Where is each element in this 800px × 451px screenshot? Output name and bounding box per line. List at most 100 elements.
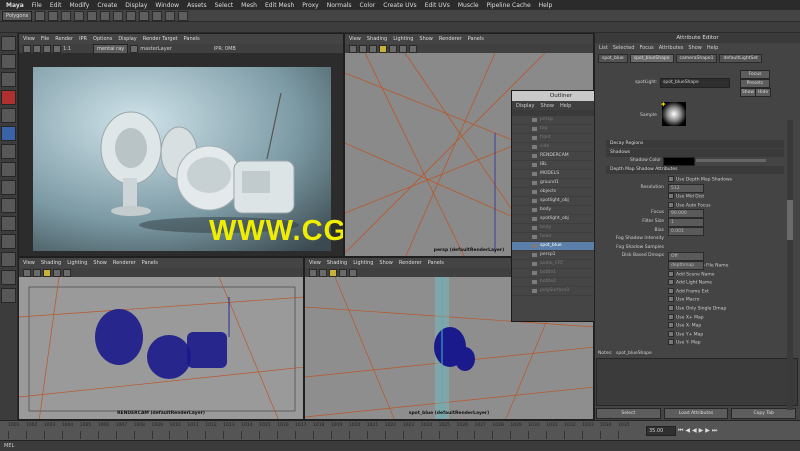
checkbox-icon[interactable] bbox=[668, 279, 674, 286]
move-tool-icon[interactable] bbox=[1, 90, 16, 105]
depth-map-attribute[interactable]: Use Mid Dist bbox=[668, 193, 704, 200]
panel-menu-item[interactable]: Attributes bbox=[659, 45, 684, 51]
panel-menu-item[interactable]: Panels bbox=[184, 36, 200, 42]
bookmark-icon[interactable] bbox=[33, 268, 41, 277]
ipr-icon[interactable] bbox=[53, 44, 61, 53]
depth-map-attribute[interactable]: Add Light Name bbox=[668, 279, 712, 286]
checkbox-icon[interactable] bbox=[668, 339, 674, 346]
panel-menu-item[interactable]: View bbox=[23, 36, 35, 42]
main-menu-item[interactable]: Create UVs bbox=[383, 2, 416, 9]
scale-tool-icon[interactable] bbox=[1, 126, 16, 141]
depth-map-attribute[interactable]: Use Y+ Map bbox=[668, 330, 703, 337]
depth-map-attribute[interactable]: Add Frame Ext bbox=[668, 287, 709, 294]
main-menu-item[interactable]: Display bbox=[125, 2, 147, 9]
panel-menu-item[interactable]: IPR bbox=[79, 36, 87, 42]
menu-set-dropdown[interactable]: Polygons bbox=[2, 10, 33, 21]
render-layer-label[interactable]: masterLayer bbox=[140, 46, 172, 52]
depth-map-attribute[interactable]: Use X- Map bbox=[668, 322, 701, 329]
panel-menu-item[interactable]: Show bbox=[688, 45, 702, 51]
layout-four-icon[interactable] bbox=[1, 198, 16, 213]
show-button[interactable]: Show bbox=[740, 88, 756, 97]
main-menu-item[interactable]: Mesh bbox=[241, 2, 257, 9]
checkbox-icon[interactable] bbox=[668, 322, 674, 329]
attribute-value-field[interactable]: depthmap bbox=[668, 261, 704, 270]
panel-menu-item[interactable]: View bbox=[309, 260, 321, 266]
ipr-render-icon[interactable] bbox=[165, 10, 176, 21]
main-menu-item[interactable]: Muscle bbox=[458, 2, 479, 9]
depth-map-attribute[interactable]: Use Only Single Dmap bbox=[668, 305, 726, 312]
depth-map-attribute[interactable]: Use Macro bbox=[668, 296, 699, 303]
panel-menu-item[interactable]: Panels bbox=[468, 36, 484, 42]
playback-controls[interactable]: ⏮◀◀▶▶⏭ bbox=[678, 427, 719, 435]
checkbox-icon[interactable] bbox=[668, 313, 674, 320]
image-plane-icon[interactable] bbox=[369, 44, 377, 53]
main-menu-item[interactable]: Edit bbox=[50, 2, 62, 9]
panel-menu-item[interactable]: Focus bbox=[639, 45, 653, 51]
panel-menu-item[interactable]: Shading bbox=[367, 36, 387, 42]
main-menu-item[interactable]: Assets bbox=[187, 2, 207, 9]
render-icon[interactable] bbox=[152, 10, 163, 21]
panel-menu-item[interactable]: Show bbox=[419, 36, 433, 42]
panel-menu-item[interactable]: Help bbox=[560, 103, 571, 109]
main-menu-item[interactable]: Normals bbox=[327, 2, 352, 9]
lights-icon[interactable] bbox=[349, 268, 357, 277]
scrollbar-thumb[interactable] bbox=[787, 200, 793, 240]
snap-point-icon[interactable] bbox=[139, 10, 150, 21]
depth-map-attribute[interactable]: Add Scene Name bbox=[668, 270, 715, 277]
checkbox-icon[interactable] bbox=[668, 176, 674, 182]
layout-two-icon[interactable] bbox=[1, 216, 16, 231]
redo-render-icon[interactable] bbox=[23, 44, 31, 53]
shadows-section[interactable]: Shadows bbox=[606, 149, 784, 157]
smooth-shade-icon[interactable] bbox=[53, 268, 61, 277]
attribute-tab[interactable]: cameraShape1 bbox=[675, 54, 718, 63]
attribute-value-field[interactable]: 0.001 bbox=[668, 226, 704, 236]
paint-select-icon[interactable] bbox=[1, 72, 16, 87]
select-tool-icon[interactable] bbox=[1, 36, 16, 51]
depth-map-attribute[interactable]: Use Depth Map Shadows bbox=[668, 176, 732, 183]
wireframe-icon[interactable] bbox=[329, 268, 337, 277]
smooth-shade-icon[interactable] bbox=[389, 44, 397, 53]
main-menu-item[interactable]: Modify bbox=[69, 2, 89, 9]
shadow-color-swatch[interactable] bbox=[663, 157, 695, 166]
snapshot-icon[interactable] bbox=[43, 44, 51, 53]
attribute-tab[interactable]: defaultLightSet bbox=[719, 54, 762, 63]
open-scene-icon[interactable] bbox=[48, 10, 59, 21]
save-scene-icon[interactable] bbox=[61, 10, 72, 21]
manipulator-icon[interactable] bbox=[1, 144, 16, 159]
hide-button[interactable]: Hide bbox=[755, 88, 771, 97]
depth-map-attribute[interactable]: Use Auto Focus bbox=[668, 201, 711, 208]
attribute-editor-footer-button[interactable]: Select bbox=[596, 408, 661, 419]
panel-menu-item[interactable]: Shading bbox=[327, 260, 347, 266]
panel-menu-item[interactable]: Renderer bbox=[399, 260, 422, 266]
panel-menu-item[interactable]: Display bbox=[516, 103, 534, 109]
panel-menu-item[interactable]: Renderer bbox=[113, 260, 136, 266]
node-name-field[interactable]: spot_blueShape bbox=[660, 78, 730, 88]
layout-graph-icon[interactable] bbox=[1, 252, 16, 267]
main-menu-item[interactable]: Pipeline Cache bbox=[487, 2, 531, 9]
panel-menu-item[interactable]: Render Target bbox=[143, 36, 178, 42]
presets-button[interactable]: Presets bbox=[740, 79, 770, 88]
panel-menu-item[interactable]: View bbox=[23, 260, 35, 266]
panel-menu-item[interactable]: List bbox=[599, 45, 608, 51]
panel-menu-item[interactable]: View bbox=[349, 36, 361, 42]
depth-map-section[interactable]: Depth Map Shadow Attributes bbox=[606, 166, 784, 174]
main-menu-item[interactable]: Create bbox=[97, 2, 117, 9]
wireframe-icon[interactable] bbox=[43, 268, 51, 277]
panel-menu-item[interactable]: Renderer bbox=[439, 36, 462, 42]
main-menu-item[interactable]: Help bbox=[539, 2, 553, 9]
panel-menu-item[interactable]: Panels bbox=[428, 260, 444, 266]
render-layer-icon[interactable] bbox=[130, 44, 139, 53]
main-menu-item[interactable]: Color bbox=[360, 2, 376, 9]
bookmark-icon[interactable] bbox=[359, 44, 367, 53]
main-menu-item[interactable]: Proxy bbox=[302, 2, 318, 9]
layout-single-icon[interactable] bbox=[1, 180, 16, 195]
render-region-icon[interactable] bbox=[33, 44, 41, 53]
app-menu[interactable]: Maya bbox=[6, 2, 24, 9]
attribute-value-field[interactable]: 512 bbox=[668, 183, 704, 193]
checkbox-icon[interactable] bbox=[668, 296, 674, 303]
panel-menu-item[interactable]: Lighting bbox=[67, 260, 87, 266]
panel-menu-item[interactable]: Show bbox=[540, 103, 554, 109]
decay-regions-section[interactable]: Decay Regions bbox=[606, 140, 784, 148]
select-component-icon[interactable] bbox=[100, 10, 111, 21]
checkbox-icon[interactable] bbox=[668, 193, 674, 200]
